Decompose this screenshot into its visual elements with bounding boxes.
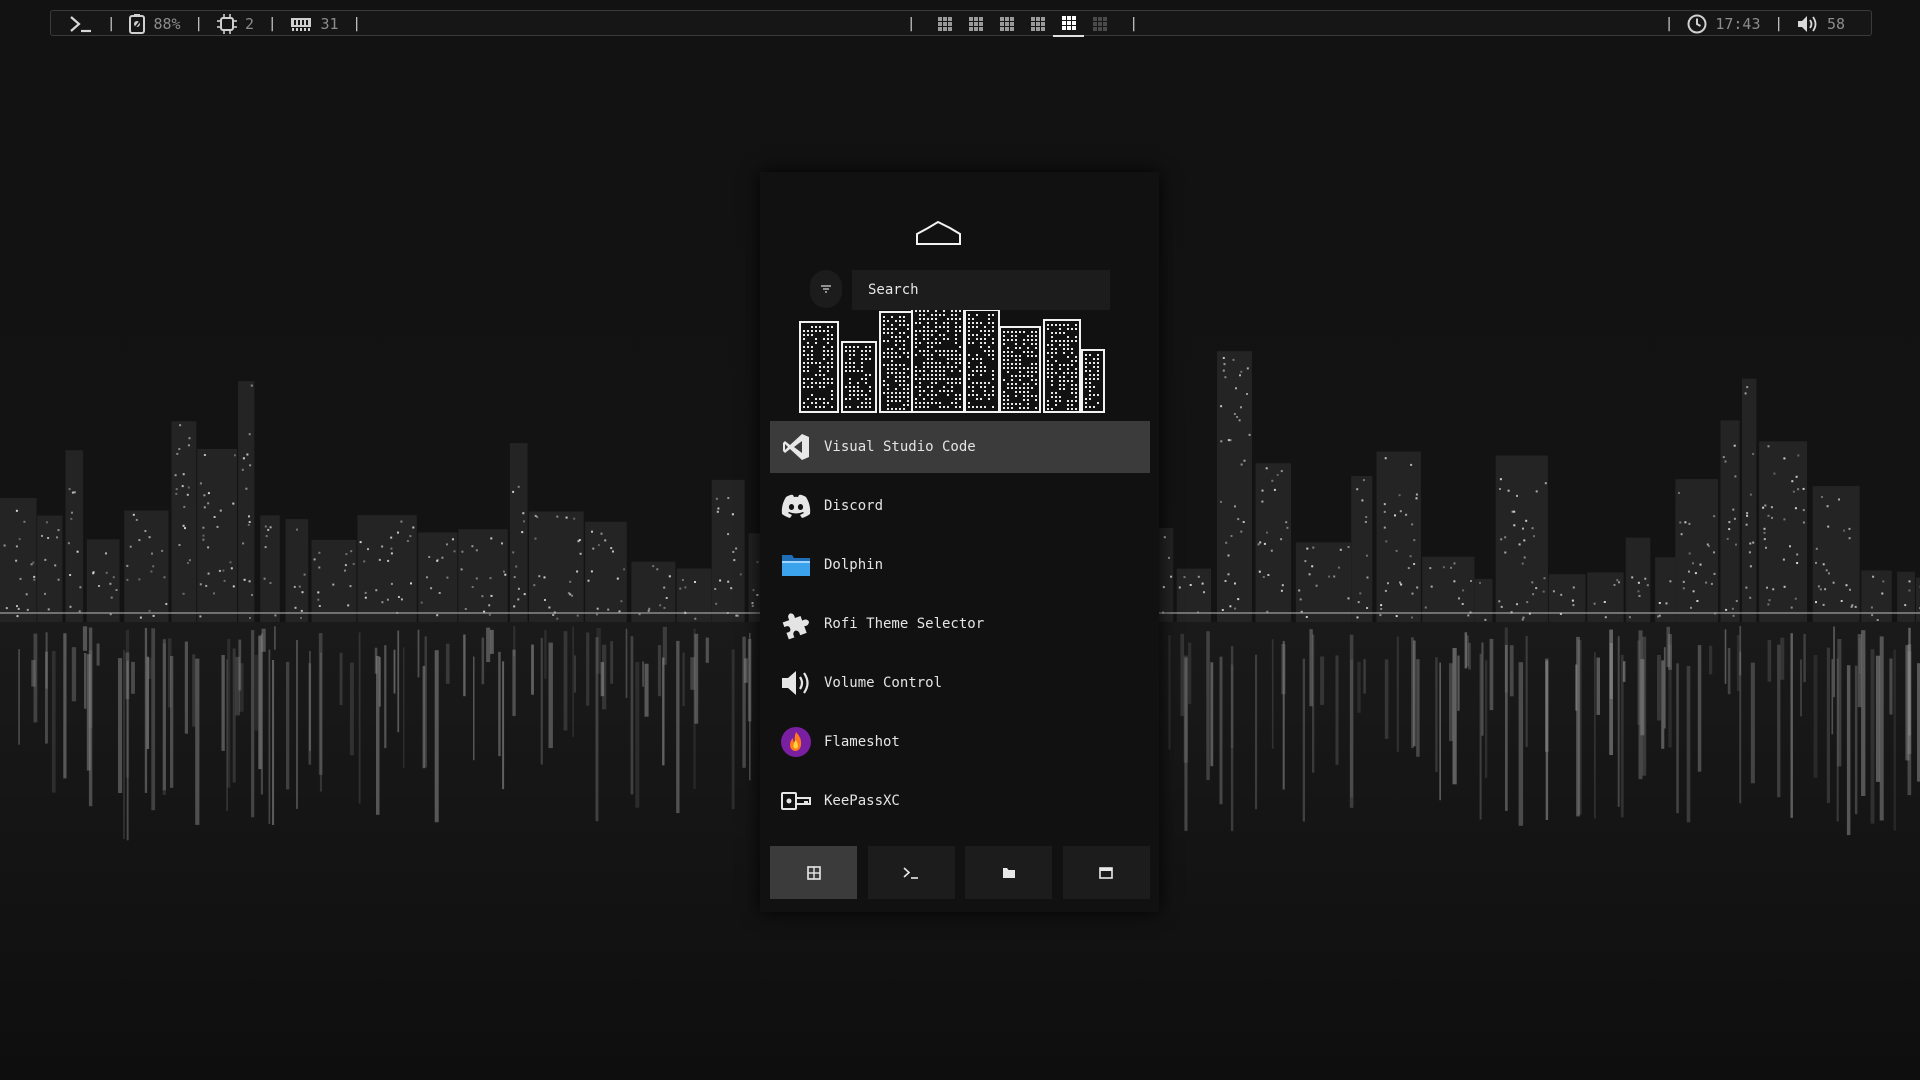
app-label: KeePassXC xyxy=(824,793,900,809)
workspace-grid-icon xyxy=(1092,17,1107,31)
workspace-grid-icon xyxy=(1061,16,1076,30)
workspace-grid-icon xyxy=(1030,17,1045,31)
workspace-switcher: | | xyxy=(893,11,1152,37)
folder-icon xyxy=(780,549,812,581)
memory-module: 31 xyxy=(290,15,339,33)
mode-files-button[interactable] xyxy=(965,846,1053,899)
memory-ram-icon xyxy=(291,18,312,31)
speaker-icon xyxy=(1797,16,1817,32)
workspace-grid-icon xyxy=(968,17,983,31)
memory-value: 31 xyxy=(320,15,339,33)
app-item-dolphin[interactable]: Dolphin xyxy=(770,539,1150,591)
battery-module: 88% xyxy=(129,14,181,34)
bar-separator: | xyxy=(352,16,361,32)
workspace-grid-icon xyxy=(937,17,952,31)
filter-icon xyxy=(821,285,831,293)
clock-icon xyxy=(1687,14,1707,34)
discord-icon xyxy=(780,490,812,522)
app-list: Visual Studio Code Discord Dolphin Rofi … xyxy=(770,421,1150,834)
app-item-visual-studio-code[interactable]: Visual Studio Code xyxy=(770,421,1150,473)
folder-icon xyxy=(1002,867,1015,878)
workspace-5-active[interactable] xyxy=(1053,11,1085,37)
cpu-value: 2 xyxy=(244,15,254,33)
bar-separator: | xyxy=(107,16,116,32)
mode-switcher xyxy=(770,846,1150,899)
workspace-3[interactable] xyxy=(991,11,1022,37)
speaker-icon xyxy=(780,667,812,699)
mode-windows-button[interactable] xyxy=(1062,846,1150,899)
flameshot-icon xyxy=(780,726,812,758)
app-item-flameshot[interactable]: Flameshot xyxy=(770,716,1150,768)
vscode-icon xyxy=(780,431,812,463)
key-icon xyxy=(780,785,812,817)
bar-separator: | xyxy=(268,16,277,32)
app-label: Discord xyxy=(824,498,884,514)
bar-separator: | xyxy=(1664,16,1674,32)
terminal-prompt-icon[interactable] xyxy=(69,15,93,33)
app-label: Dolphin xyxy=(824,557,884,573)
bar-separator: | xyxy=(194,16,203,32)
volume-value: 58 xyxy=(1826,15,1845,33)
app-label: Visual Studio Code xyxy=(824,439,976,455)
workspace-6-empty[interactable] xyxy=(1084,11,1115,37)
workspace-grid-icon xyxy=(999,17,1014,31)
workspace-2[interactable] xyxy=(960,11,991,37)
filter-button[interactable] xyxy=(810,270,842,308)
bar-separator: | xyxy=(907,16,916,32)
app-launcher-window: Search Visual Studio Code Discord Dolphi… xyxy=(760,172,1159,912)
search-input[interactable]: Search xyxy=(852,270,1110,310)
app-item-volume-control[interactable]: Volume Control xyxy=(770,657,1150,709)
workspace-4[interactable] xyxy=(1022,11,1053,37)
bar-separator: | xyxy=(1774,16,1783,32)
app-item-discord[interactable]: Discord xyxy=(770,480,1150,532)
mode-apps-button[interactable] xyxy=(770,846,857,899)
puzzle-icon xyxy=(780,608,812,640)
app-item-rofi-theme-selector[interactable]: Rofi Theme Selector xyxy=(770,598,1150,650)
battery-value: 88% xyxy=(153,15,181,33)
app-label: Volume Control xyxy=(824,675,943,691)
app-item-keepassxc[interactable]: KeePassXC xyxy=(770,775,1150,827)
mode-run-button[interactable] xyxy=(867,846,955,899)
bar-right-modules: | 17:43 | 58 xyxy=(1651,11,1845,37)
bar-separator: | xyxy=(1129,16,1138,32)
app-label: Flameshot xyxy=(824,734,900,750)
volume-module[interactable]: 58 xyxy=(1797,15,1845,33)
cpu-module: 2 xyxy=(216,14,254,34)
bar-left-modules: | 88% | 2 | 31 | xyxy=(69,11,375,37)
clock-value: 17:43 xyxy=(1715,15,1761,33)
apps-grid-icon xyxy=(806,865,821,880)
cpu-chip-icon xyxy=(216,14,237,34)
window-icon xyxy=(1099,866,1114,879)
workspace-1[interactable] xyxy=(929,11,960,37)
battery-icon xyxy=(129,14,146,34)
terminal-icon xyxy=(903,866,919,879)
top-status-bar: | 88% | 2 | 31 | | | | 17:43 | 58 xyxy=(50,10,1872,37)
app-label: Rofi Theme Selector xyxy=(824,616,985,632)
clock-module[interactable]: 17:43 xyxy=(1687,14,1761,34)
